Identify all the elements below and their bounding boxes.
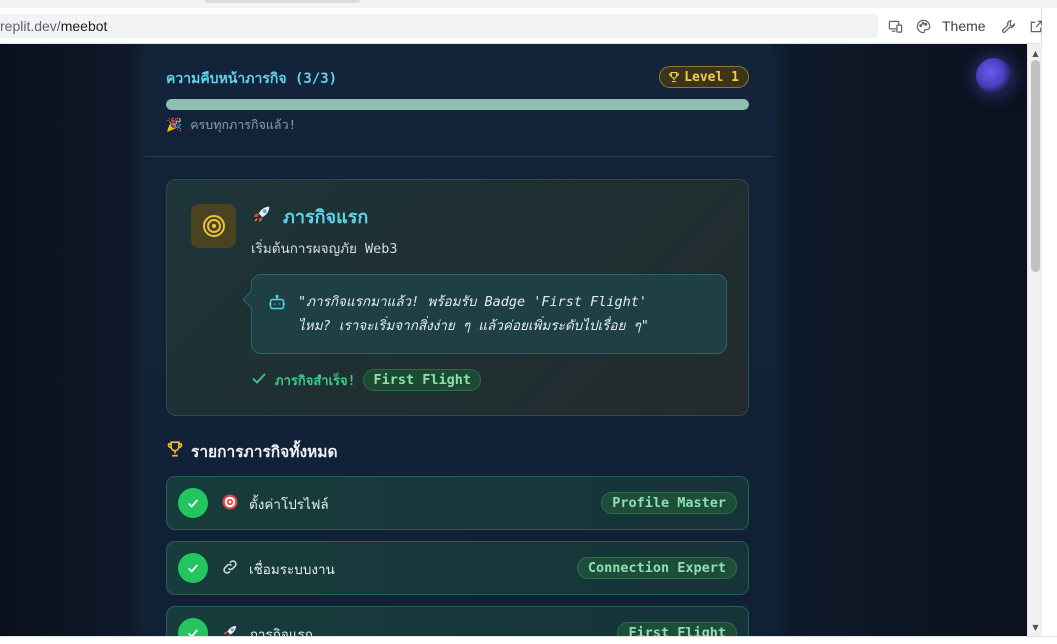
earned-badge: First Flight — [363, 369, 481, 391]
list-item[interactable]: ภารกิจแรก First Flight — [166, 606, 749, 636]
divider — [145, 156, 773, 157]
party-popper-icon: 🎉 — [166, 117, 183, 133]
window-gutter — [1042, 8, 1057, 636]
list-item-label: ตั้งค่าโปรไฟล์ — [249, 497, 329, 513]
url-host: replit.dev/ — [0, 18, 61, 34]
rocket-icon — [251, 203, 273, 230]
bot-message-text: "ภารกิจแรกมาแล้ว! พร้อมรับ Badge 'First … — [298, 290, 708, 338]
browser-toolbar: replit.dev/meebot Theme — [0, 8, 1043, 44]
url-path: meebot — [60, 18, 108, 34]
level-label: Level 1 — [684, 69, 739, 85]
mission-title: ภารกิจแรก — [251, 204, 368, 228]
list-item[interactable]: เชื่อมระบบงาน Connection Expert — [166, 541, 749, 595]
background-left — [0, 44, 145, 636]
bot-message-line: "ภารกิจแรกมาแล้ว! พร้อมรับ Badge 'First … — [298, 294, 648, 310]
bot-message-bubble: "ภารกิจแรกมาแล้ว! พร้อมรับ Badge 'First … — [251, 274, 727, 354]
mission-list-title-text: รายการภารกิจทั้งหมด — [191, 442, 338, 461]
mission-panel: ความคืบหน้าภารกิจ (3/3) Level 1 🎉 ครบทุก… — [145, 44, 773, 636]
scroll-up-arrow-icon[interactable]: ▲ — [1028, 46, 1043, 60]
progress-title: ความคืบหน้าภารกิจ (3/3) — [166, 71, 338, 87]
current-mission-card: ภารกิจแรก เริ่มต้นการผจญภัย Web3 "ภารกิจ… — [166, 179, 749, 416]
page-scrollbar[interactable]: ▲ ▼ — [1027, 44, 1042, 636]
mission-list-title: รายการภารกิจทั้งหมด — [166, 440, 338, 462]
list-item-label: เชื่อมระบบงาน — [249, 562, 335, 578]
wrench-icon[interactable] — [998, 14, 1020, 38]
palette-icon[interactable] — [912, 14, 934, 38]
progress-note-text: ครบทุกภารกิจแล้ว! — [190, 117, 297, 132]
list-item-badge: First Flight — [617, 622, 737, 636]
mission-complete-row: ภารกิจสำเร็จ! First Flight — [251, 369, 481, 391]
background-right — [773, 44, 1027, 636]
completed-check-icon — [178, 488, 208, 518]
level-badge: Level 1 — [659, 66, 749, 88]
page-viewport: ความคืบหน้าภารกิจ (3/3) Level 1 🎉 ครบทุก… — [0, 44, 1027, 636]
list-item-label: ภารกิจแรก — [249, 627, 313, 636]
progress-note: 🎉 ครบทุกภารกิจแล้ว! — [166, 116, 296, 134]
rocket-icon — [221, 623, 241, 636]
progress-header: ความคืบหน้าภารกิจ (3/3) Level 1 — [166, 66, 749, 90]
bot-icon — [269, 294, 285, 310]
devices-icon[interactable] — [884, 14, 906, 38]
browser-top-strip — [0, 0, 1057, 8]
trophy-icon — [669, 71, 680, 83]
list-item[interactable]: ตั้งค่าโปรไฟล์ Profile Master — [166, 476, 749, 530]
browser-tab-edge[interactable] — [205, 0, 360, 3]
target-icon — [221, 493, 241, 513]
scroll-thumb[interactable] — [1031, 60, 1040, 272]
address-bar[interactable]: replit.dev/meebot — [0, 14, 878, 38]
theme-button[interactable]: Theme — [942, 18, 986, 34]
trophy-icon — [166, 440, 184, 462]
list-item-badge: Profile Master — [601, 492, 737, 514]
scroll-down-arrow-icon[interactable]: ▼ — [1028, 620, 1043, 634]
browser-actions: Theme — [884, 14, 1048, 38]
mission-complete-text: ภารกิจสำเร็จ! — [275, 373, 356, 389]
link-icon — [221, 558, 241, 578]
check-icon — [251, 370, 267, 390]
target-icon — [202, 215, 225, 237]
glow-orb-decoration — [976, 58, 1012, 94]
bot-message-line: ไหม? เราจะเริ่มจากสิ่งง่าย ๆ แล้วค่อยเพิ… — [298, 318, 649, 334]
completed-check-icon — [178, 553, 208, 583]
progress-bar-fill — [166, 99, 749, 110]
progress-bar — [166, 99, 749, 110]
mission-title-text: ภารกิจแรก — [283, 206, 369, 228]
window-bottom-edge — [0, 636, 1057, 644]
completed-check-icon — [178, 618, 208, 636]
mission-subtitle: เริ่มต้นการผจญภัย Web3 — [251, 241, 398, 257]
mission-icon-box — [191, 204, 236, 248]
list-item-badge: Connection Expert — [576, 557, 737, 579]
